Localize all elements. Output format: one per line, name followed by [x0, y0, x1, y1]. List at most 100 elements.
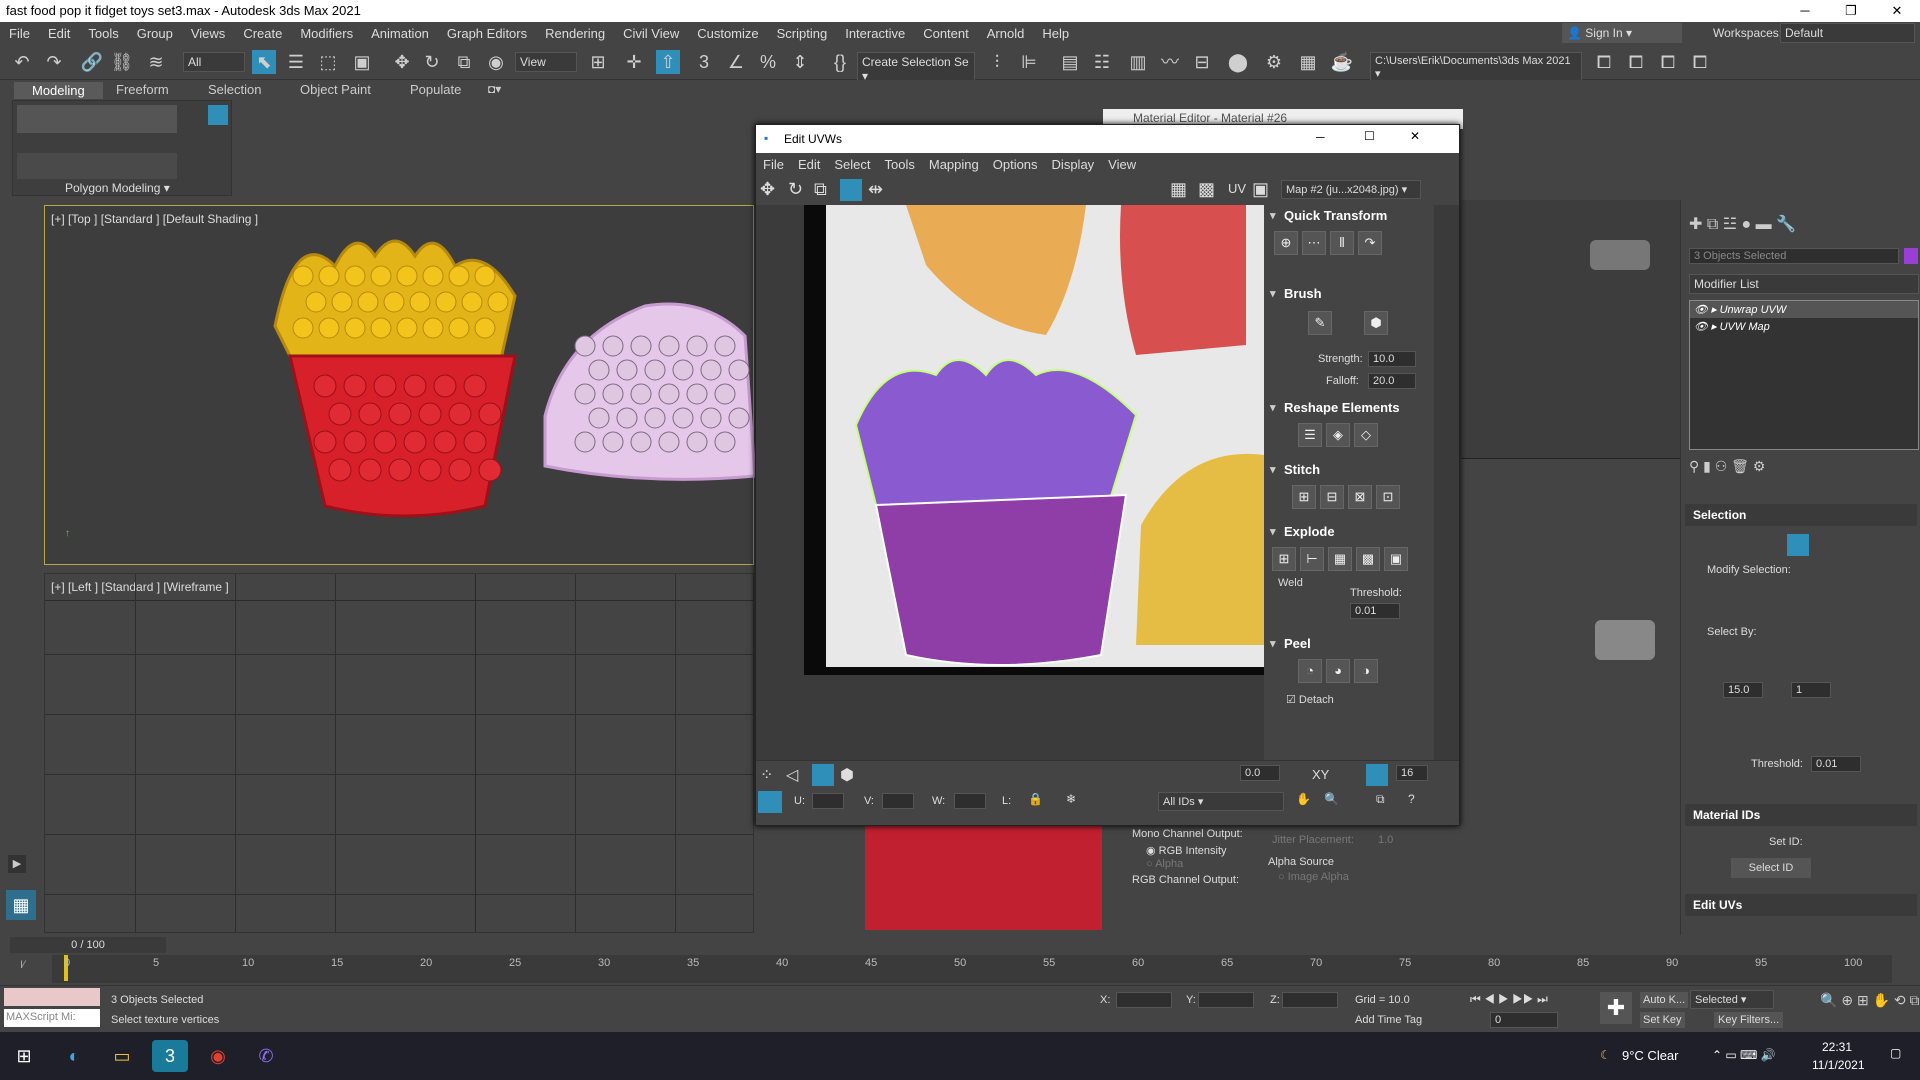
select-id-button[interactable]: Select ID	[1731, 858, 1811, 878]
tab-modeling[interactable]: Modeling	[14, 82, 103, 99]
sel-threshold-field[interactable]: 0.01	[1811, 756, 1861, 772]
strength-field[interactable]: 10.0	[1368, 351, 1416, 367]
render-setup-icon[interactable]: ⚙	[1262, 50, 1286, 74]
paint-brush-icon[interactable]: ✎	[1308, 311, 1332, 335]
threshold-field[interactable]: 0.01	[1350, 603, 1400, 619]
zoom-extents-icon[interactable]: ⧉	[1376, 792, 1385, 807]
project-folder-dropdown[interactable]: C:\Users\Erik\Documents\3ds Max 2021 ▾	[1370, 52, 1582, 83]
rgb-intensity-radio[interactable]: ◉ RGB Intensity	[1146, 844, 1227, 857]
unlink-icon[interactable]: ⛓	[110, 50, 134, 74]
peel-header[interactable]: Peel	[1266, 633, 1431, 655]
absolute-mode-icon[interactable]	[758, 791, 782, 813]
workspace-select[interactable]: Default	[1780, 23, 1915, 43]
z-field[interactable]	[1282, 992, 1338, 1008]
lock-icon[interactable]: 🔒	[1028, 792, 1043, 806]
select-manipulate-icon[interactable]: ✛	[622, 50, 646, 74]
time-slider[interactable]: 0 / 100	[10, 937, 166, 953]
render-production-icon[interactable]: ☕	[1330, 50, 1354, 74]
modifier-list-dropdown[interactable]: Modifier List	[1689, 274, 1919, 294]
move-icon[interactable]: ✥	[390, 50, 414, 74]
freeze-icon[interactable]: ❄	[1066, 792, 1076, 806]
menu-animation[interactable]: Animation	[362, 22, 438, 45]
project-icon-4[interactable]: ⧠	[1688, 50, 1712, 74]
subobject-buttons[interactable]	[17, 105, 177, 133]
scale-icon[interactable]: ⧉	[452, 50, 476, 74]
project-icon-3[interactable]: ⧠	[1656, 50, 1680, 74]
selection-filter-dropdown[interactable]: All	[183, 52, 245, 72]
edit-named-selection-icon[interactable]: {}	[828, 50, 852, 74]
set-key-icon[interactable]: ✚	[1600, 992, 1632, 1024]
menu-content[interactable]: Content	[914, 22, 978, 45]
menu-help[interactable]: Help	[1033, 22, 1078, 45]
menu-file[interactable]: File	[0, 22, 39, 45]
placement-icon[interactable]: ◉	[484, 50, 508, 74]
weather-text[interactable]: 9°C Clear	[1622, 1048, 1679, 1063]
edge-mode-icon[interactable]: ◁	[786, 765, 798, 785]
viewport-layout-icon[interactable]: ▦	[6, 890, 36, 920]
set-key-button[interactable]: Set Key	[1640, 1012, 1685, 1028]
menu-graph-editors[interactable]: Graph Editors	[438, 22, 536, 45]
uv-space-label[interactable]: UV	[1228, 181, 1246, 196]
material-editor-icon[interactable]: ⬤	[1226, 50, 1250, 74]
select-object-icon[interactable]: ⬉	[252, 50, 276, 74]
menu-interactive[interactable]: Interactive	[836, 22, 914, 45]
image-alpha-radio[interactable]: ○ Image Alpha	[1278, 871, 1349, 883]
brush-header[interactable]: Brush	[1266, 283, 1431, 305]
project-icon-2[interactable]: ⧠	[1624, 50, 1648, 74]
tab-selection[interactable]: Selection	[208, 82, 261, 97]
falloff-field[interactable]: 20.0	[1368, 373, 1416, 389]
grid-snap-icon[interactable]	[1366, 764, 1388, 786]
spinner-snap-icon[interactable]: ⇕	[788, 50, 812, 74]
curve-editor-icon[interactable]: 〰	[1158, 50, 1182, 74]
edge-icon[interactable]: ◐	[56, 1040, 92, 1072]
uv-menu-tools[interactable]: Tools	[878, 153, 922, 176]
uv-maximize-button[interactable]: ☐	[1364, 129, 1375, 143]
ring-field[interactable]: 1	[1791, 682, 1831, 698]
sign-in-button[interactable]: 👤 Sign In ▾	[1562, 23, 1682, 43]
3dsmax-taskbar-icon[interactable]: 3	[152, 1040, 188, 1072]
mirror-icon[interactable]: ⫶	[985, 50, 1009, 74]
reference-coordinate-dropdown[interactable]: View	[515, 52, 577, 72]
uv-menu-display[interactable]: Display	[1045, 153, 1102, 176]
bind-spacewarp-icon[interactable]: ≋	[144, 50, 168, 74]
chrome-icon[interactable]: ◉	[200, 1040, 236, 1072]
modify-mode-icon[interactable]	[208, 105, 228, 125]
xy-toggle[interactable]: XY	[1312, 767, 1329, 782]
window-crossing-icon[interactable]: ▣	[350, 50, 374, 74]
rotate-icon[interactable]: ↻	[420, 50, 444, 74]
zoom-icon[interactable]: 🔍	[1324, 792, 1339, 806]
undo-icon[interactable]: ↶	[10, 50, 34, 74]
polygon-modeling-label[interactable]: Polygon Modeling ▾	[65, 181, 170, 195]
w-field[interactable]	[954, 793, 986, 809]
angle-field[interactable]: 15.0	[1723, 682, 1763, 698]
command-tabs[interactable]: ✚ ⧉ ☳ ● ▬ 🔧	[1689, 214, 1919, 236]
project-folder-icon[interactable]: ⧠	[1592, 50, 1616, 74]
uv-menu-mapping[interactable]: Mapping	[922, 153, 986, 176]
pan-icon[interactable]: ✋	[1296, 792, 1311, 806]
auto-key-button[interactable]: Auto K...	[1640, 992, 1689, 1008]
edit-buttons[interactable]	[17, 153, 177, 179]
key-mode-dropdown[interactable]: Selected ▾	[1690, 990, 1774, 1009]
pivot-center-icon[interactable]: ⊞	[586, 50, 610, 74]
section-edit-uvs[interactable]: Edit UVs	[1685, 894, 1917, 916]
x-field[interactable]	[1116, 992, 1172, 1008]
ribbon-options-icon[interactable]: ◘▾	[488, 82, 501, 96]
toggle-ribbon-icon[interactable]: ▥	[1126, 50, 1150, 74]
clock-date[interactable]: 11/1/2021	[1812, 1058, 1865, 1072]
uv-menu-select[interactable]: Select	[827, 153, 877, 176]
uv-scale-icon[interactable]: ⧉	[814, 179, 827, 200]
viewport-top[interactable]: [+] [Top ] [Standard ] [Default Shading …	[44, 205, 755, 565]
explode-buttons[interactable]: ⊞ ⊢ ▦ ▩ ▣	[1266, 543, 1431, 575]
menu-civil-view[interactable]: Civil View	[614, 22, 688, 45]
uv-freeform-icon[interactable]	[840, 179, 862, 201]
vertex-mode-icon[interactable]: ⁘	[760, 765, 773, 785]
layer-explorer-icon[interactable]: ☷	[1090, 50, 1114, 74]
menu-modifiers[interactable]: Modifiers	[291, 22, 362, 45]
y-field[interactable]	[1198, 992, 1254, 1008]
detach-checkbox[interactable]: ☑ Detach	[1286, 693, 1334, 706]
section-material-ids[interactable]: Material IDs	[1685, 804, 1917, 826]
uv-menu-view[interactable]: View	[1101, 153, 1143, 176]
clock-time[interactable]: 22:31	[1822, 1040, 1852, 1054]
schematic-view-icon[interactable]: ⊟	[1190, 50, 1214, 74]
menu-tools[interactable]: Tools	[79, 22, 127, 45]
